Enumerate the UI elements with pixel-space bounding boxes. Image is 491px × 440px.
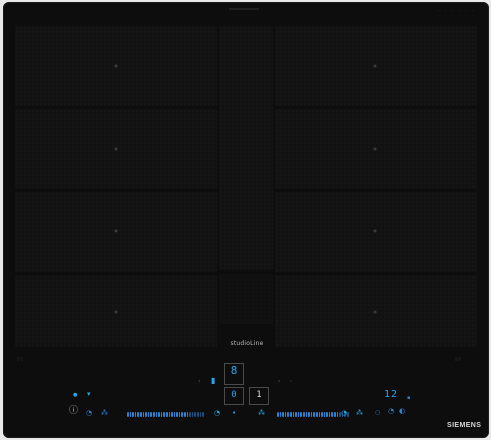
zone-marker-dot	[373, 229, 377, 233]
right-fan-icon[interactable]: ⁂	[356, 409, 363, 417]
left-heart-icon[interactable]: ▾	[87, 390, 91, 398]
zone-level-display: 8	[224, 363, 244, 385]
brand-logo-text: SIEMENS	[447, 422, 482, 429]
zone-marker-dot	[373, 147, 377, 151]
zone-marker-dot	[373, 64, 377, 68]
center-icon-a[interactable]: ◔	[214, 409, 220, 417]
right-dot-icon[interactable]: ○	[375, 409, 380, 417]
zone-marker-dot	[114, 64, 118, 68]
timer-icon[interactable]: ◐	[399, 407, 405, 415]
zone-marker-dot	[114, 147, 118, 151]
left-mode-icon[interactable]: ◔	[86, 409, 92, 417]
center-display-a: 0	[224, 387, 244, 405]
cooktop-surface: · · · · · · · · · · · · ▯ ▯ ▯ ▯ studioLin…	[3, 2, 489, 438]
center-icon-c[interactable]: ⁂	[258, 409, 265, 417]
timer-unit-mark: ▪	[407, 395, 411, 401]
cooking-zone-center[interactable]	[219, 26, 273, 270]
fan-icon[interactable]: ⁂	[101, 409, 108, 417]
center-left-arrow[interactable]: ‹	[198, 378, 200, 386]
zone-marker-dot	[114, 310, 118, 314]
center-right-mark: ◦	[289, 378, 293, 385]
timer-display: 12	[384, 389, 399, 400]
zone-marker-dot	[114, 229, 118, 233]
center-icon-b[interactable]: •	[232, 409, 236, 417]
left-power-slider[interactable]	[127, 411, 204, 417]
left-zone-symbol: ▯ ▯	[17, 356, 23, 361]
power-icon[interactable]: ⓘ	[69, 407, 78, 416]
center-level-bar: ▮	[211, 376, 216, 385]
menu-icon[interactable]: ◔	[388, 407, 394, 415]
series-label: studioLine	[230, 340, 264, 347]
right-zone-symbol: ▯ ▯	[455, 356, 461, 361]
top-right-print: · · · · · · · · · · · ·	[437, 8, 475, 18]
center-right-arrow[interactable]: ›	[278, 378, 280, 386]
center-display-b: 1	[249, 387, 269, 405]
top-marker	[229, 8, 259, 10]
cooking-zone-center-lower[interactable]	[219, 274, 273, 324]
right-mode-icon[interactable]: ◔	[341, 409, 347, 417]
left-indicator-dot: ●	[73, 392, 78, 398]
right-power-slider[interactable]	[277, 411, 349, 417]
zone-marker-dot	[373, 310, 377, 314]
